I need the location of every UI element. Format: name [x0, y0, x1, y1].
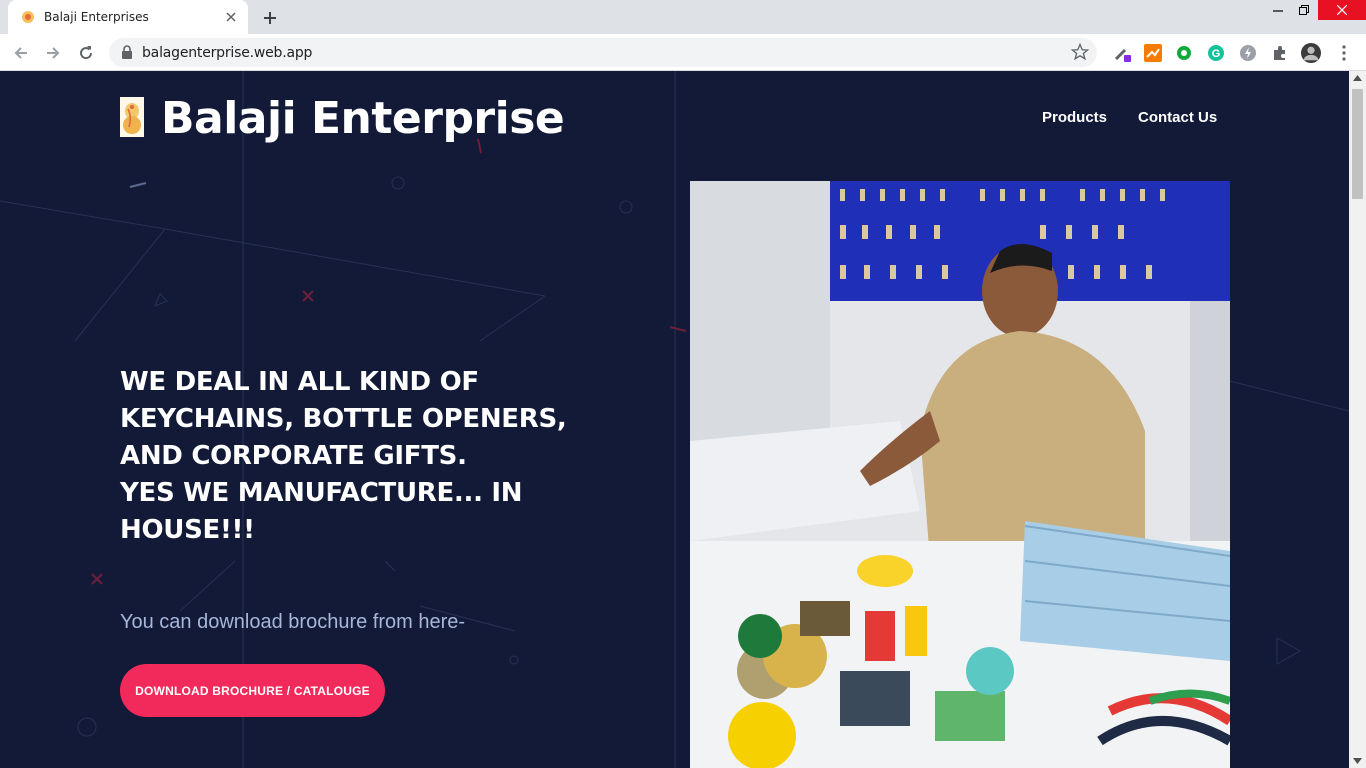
tab-strip: Balaji Enterprises — [0, 0, 1366, 34]
headline-line: HOUSE!!! — [120, 515, 255, 545]
restore-icon[interactable] — [1290, 0, 1318, 20]
minimize-icon[interactable] — [1264, 0, 1292, 20]
download-brochure-button[interactable]: DOWNLOAD BROCHURE / CATALOUGE — [120, 664, 385, 717]
scroll-down-icon[interactable] — [1353, 758, 1362, 764]
page-scrollbar[interactable] — [1349, 71, 1366, 768]
browser-toolbar: balagenterprise.web.app G — [0, 34, 1366, 71]
page-viewport: Balaji Enterprise Products Contact Us WE… — [0, 71, 1349, 768]
nav-contact-link[interactable]: Contact Us — [1138, 109, 1217, 126]
url-text: balagenterprise.web.app — [142, 45, 313, 61]
balaji-favicon-icon — [22, 11, 34, 23]
nav-products-link[interactable]: Products — [1042, 109, 1107, 126]
brand-logo[interactable] — [120, 97, 144, 137]
profile-avatar[interactable] — [1301, 43, 1321, 63]
extension-chart-icon[interactable] — [1143, 43, 1163, 63]
browser-menu-icon[interactable] — [1334, 43, 1354, 63]
svg-text:G: G — [1212, 48, 1221, 60]
extension-lightning-icon[interactable] — [1238, 43, 1258, 63]
brand-name[interactable]: Balaji Enterprise — [161, 93, 565, 144]
headline-line: YES WE MANUFACTURE... IN — [120, 478, 523, 508]
close-window-icon[interactable] — [1318, 0, 1366, 20]
extension-eyedropper-icon[interactable] — [1112, 43, 1132, 63]
lock-icon — [122, 45, 132, 59]
browser-tab[interactable]: Balaji Enterprises — [8, 0, 248, 34]
address-bar[interactable]: balagenterprise.web.app — [109, 38, 1097, 67]
extension-green-dot-icon[interactable] — [1174, 43, 1194, 63]
headline-line: KEYCHAINS, BOTTLE OPENERS, — [120, 404, 567, 434]
extensions-puzzle-icon[interactable] — [1270, 43, 1290, 63]
hero-headline: WE DEAL IN ALL KIND OF KEYCHAINS, BOTTLE… — [120, 364, 590, 549]
scroll-thumb[interactable] — [1352, 89, 1363, 199]
tab-title: Balaji Enterprises — [44, 10, 149, 24]
hero-photo — [690, 181, 1230, 768]
headline-line: WE DEAL IN ALL KIND OF — [120, 367, 479, 397]
scroll-up-icon[interactable] — [1353, 75, 1362, 81]
bookmark-star-icon[interactable] — [1071, 43, 1089, 61]
reload-icon[interactable] — [73, 40, 99, 66]
brochure-subtext: You can download brochure from here- — [120, 611, 466, 633]
forward-arrow-icon[interactable] — [40, 40, 66, 66]
back-arrow-icon[interactable] — [8, 40, 34, 66]
grammarly-icon[interactable]: G — [1206, 43, 1226, 63]
close-tab-icon[interactable] — [222, 8, 240, 26]
headline-line: AND CORPORATE GIFTS. — [120, 441, 467, 471]
new-tab-icon[interactable] — [258, 6, 282, 30]
